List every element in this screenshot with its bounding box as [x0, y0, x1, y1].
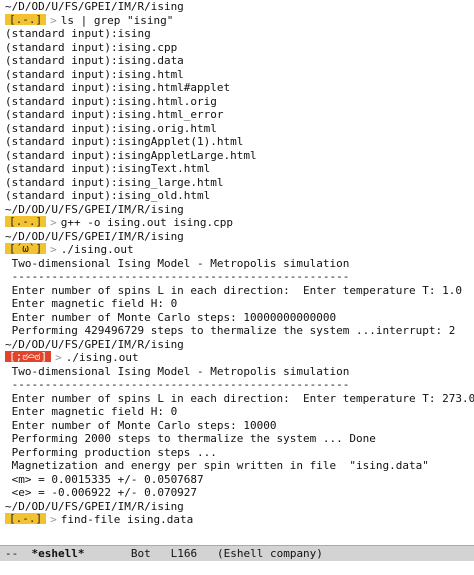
prompt-line: [.-.] > g++ -o ising.out ising.cpp — [0, 216, 474, 230]
output-line: Performing 2000 steps to thermalize the … — [5, 432, 376, 445]
output-line: Performing production steps ... — [5, 445, 217, 459]
command-text: ls | grep "ising" — [60, 13, 174, 27]
status-badge: [.-.] — [5, 216, 47, 227]
status-badge: [.-.] — [5, 13, 47, 25]
prompt-arrow-icon: > — [50, 243, 57, 256]
modeline-major-mode[interactable]: (Eshell company) — [217, 547, 323, 560]
cwd-path: ~/D/OD/U/FS/GPEI/IM/R/ising — [5, 499, 184, 513]
cwd-path: ~/D/OD/U/FS/GPEI/IM/R/ising — [5, 0, 184, 13]
minibuffer[interactable] — [0, 561, 474, 575]
modeline-dashes: -- — [5, 547, 19, 560]
modeline-position: Bot — [130, 547, 151, 560]
prompt-line: [;ಠ⌓ಠ] > ./ising.out — [0, 351, 474, 365]
output-line: (standard input):ising.data — [5, 54, 184, 67]
status-badge: [.-.] — [5, 513, 47, 524]
error-status-badge: [;ಠ⌓ಠ] — [5, 351, 52, 362]
output-line: <e> = -0.006922 +/- 0.070927 — [5, 486, 198, 499]
output-line: (standard input):ising.html#applet — [5, 81, 231, 94]
command-text: find-file ising.data — [60, 513, 194, 526]
prompt-arrow-icon: > — [55, 351, 62, 364]
command-text: ./ising.out — [65, 351, 139, 364]
output-line: Enter number of spins L in each directio… — [5, 391, 474, 405]
output-line: (standard input):isingText.html — [5, 162, 211, 175]
output-line: ----------------------------------------… — [5, 270, 350, 283]
output-line: Magnetization and energy per spin writte… — [5, 459, 429, 472]
output-line: (standard input):ising.html — [5, 67, 184, 81]
modeline-buffer-name[interactable]: *eshell* — [32, 547, 85, 560]
cwd-path: ~/D/OD/U/FS/GPEI/IM/R/ising — [5, 337, 184, 351]
command-text: ./ising.out — [60, 243, 134, 256]
output-line: Enter number of Monte Carlo steps: 10000 — [5, 418, 277, 432]
cwd-path: ~/D/OD/U/FS/GPEI/IM/R/ising — [5, 229, 184, 243]
eshell-buffer[interactable]: ~/D/OD/U/FS/GPEI/IM/R/ising [.-.] > ls | gr… — [0, 0, 474, 545]
output-line: Enter number of Monte Carlo steps: 10000… — [5, 310, 337, 324]
prompt-line: [´ω`] > ./ising.out — [0, 243, 474, 257]
command-text: g++ -o ising.out ising.cpp — [60, 216, 233, 229]
output-line: (standard input):ising.orig.html — [5, 121, 217, 135]
output-line: (standard input):ising.html.orig — [5, 94, 217, 108]
output-line: (standard input):ising_old.html — [5, 189, 211, 202]
output-line: (standard input):isingAppletLarge.html — [5, 148, 257, 162]
output-line: Enter magnetic field H: 0 — [5, 297, 178, 310]
output-line: (standard input):isingApplet(1).html — [5, 135, 244, 148]
output-line: (standard input):ising — [5, 27, 151, 40]
prompt-arrow-icon: > — [50, 216, 57, 229]
mode-line: -- *eshell* Bot L166 (Eshell company) — [0, 545, 474, 561]
output-line: Two-dimensional Ising Model - Metropolis… — [5, 364, 350, 378]
status-badge: [´ω`] — [5, 243, 47, 254]
output-line: Enter magnetic field H: 0 — [5, 405, 178, 418]
cwd-path: ~/D/OD/U/FS/GPEI/IM/R/ising — [5, 202, 184, 216]
output-line: Enter number of spins L in each directio… — [5, 283, 462, 297]
output-line: Performing 429496729 steps to thermalize… — [5, 324, 456, 337]
prompt-line: [.-.] > ls | grep "ising" — [0, 13, 474, 28]
output-line: Two-dimensional Ising Model - Metropolis… — [5, 256, 350, 270]
modeline-line-number: L166 — [170, 547, 198, 560]
output-line: (standard input):ising.cpp — [5, 40, 178, 54]
prompt-line: [.-.] > find-file ising.data — [0, 513, 474, 527]
output-line: ----------------------------------------… — [5, 378, 350, 391]
output-line: (standard input):ising.html_error — [5, 108, 224, 121]
prompt-arrow-icon: > — [50, 13, 57, 27]
prompt-arrow-icon: > — [50, 513, 57, 526]
output-line: <m> = 0.0015335 +/- 0.0507687 — [5, 472, 204, 486]
output-line: (standard input):ising_large.html — [5, 175, 224, 189]
